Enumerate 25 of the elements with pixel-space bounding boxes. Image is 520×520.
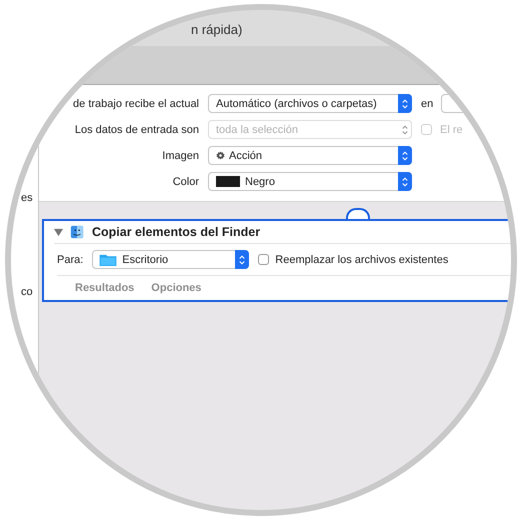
setting-label: Color — [172, 176, 199, 188]
stepper-icon — [398, 146, 412, 165]
gear-icon — [216, 151, 225, 160]
checkbox-label: Reemplazar los archivos existentes — [275, 254, 448, 266]
disclosure-triangle-icon[interactable] — [54, 228, 63, 236]
stepper-icon — [398, 94, 412, 113]
sidebar-item[interactable]: co — [21, 285, 38, 299]
folder-popup[interactable]: Escritorio — [92, 250, 250, 269]
checkbox[interactable] — [258, 254, 270, 265]
checkbox-label: El re — [440, 124, 463, 136]
popup-button[interactable]: Acción — [208, 146, 412, 165]
action-title: Copiar elementos del Finder — [92, 225, 260, 239]
stepper-icon — [398, 172, 412, 191]
setting-label: Los datos de entrada son — [74, 124, 199, 136]
window-title: n rápida) — [191, 22, 242, 37]
field-label: Para: — [57, 254, 84, 266]
stepper-icon — [235, 250, 250, 269]
folder-icon — [99, 253, 118, 266]
setting-label: de trabajo recibe el actual — [72, 98, 199, 110]
setting-label: Imagen — [161, 150, 199, 162]
popup-button[interactable]: Negro — [208, 172, 412, 191]
sidebar-item[interactable]: es — [21, 191, 38, 205]
finder-icon — [70, 225, 84, 239]
field-label: en — [421, 98, 434, 110]
popup-button[interactable]: Automático (archivos o carpetas) — [208, 94, 412, 113]
